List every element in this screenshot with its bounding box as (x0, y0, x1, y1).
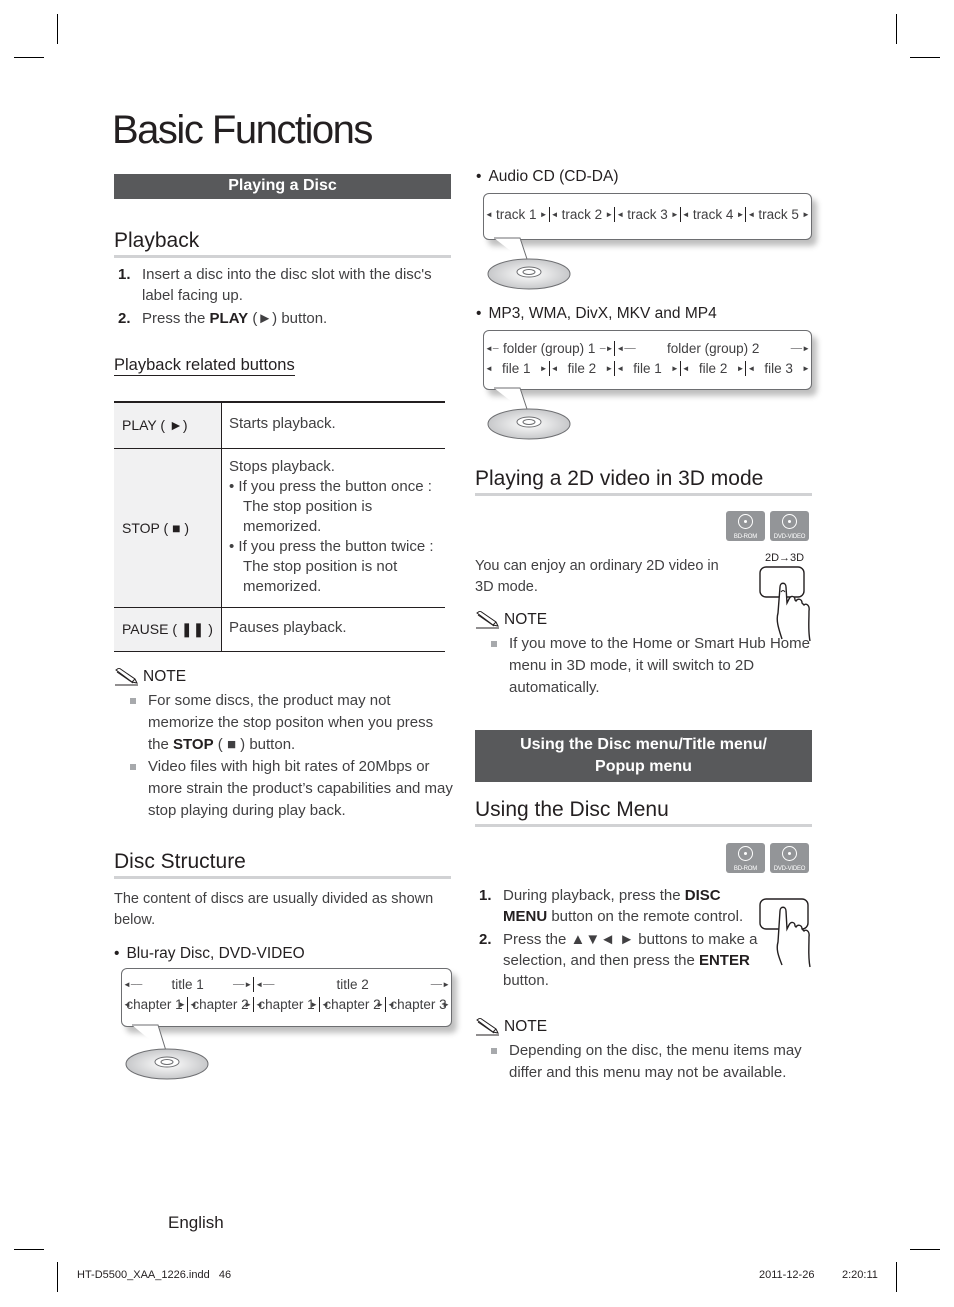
button-name-cell: PLAY ( ►) (114, 401, 222, 449)
button-desc-cell: Pauses playback. (221, 606, 445, 652)
heading-2d-to-3d: Playing a 2D video in 3D mode (475, 467, 812, 496)
table-row: PAUSE ( ❚❚ ) Pauses playback. (114, 606, 445, 652)
slug-time: 2:20:11 (842, 1269, 878, 1281)
playback-steps: 1. Insert a disc into the disc slot with… (114, 265, 454, 333)
track-segment: ◄ track 2 ► (548, 207, 614, 222)
heading-using-disc-menu: Using the Disc Menu (475, 798, 812, 827)
remote-button-press-icon (759, 898, 811, 968)
file-segment: ◄ file 1 ► (485, 361, 548, 376)
2d-3d-button-label: 2D→3D (765, 552, 805, 564)
group-title-2: ◄── title 2 ──► (253, 977, 450, 992)
bullet: • If you press the button twice : The st… (229, 537, 434, 595)
disc-type-badges: BD-ROM DVD-VIDEO (726, 843, 809, 873)
note-block: NOTE If you move to the Home or Smart Hu… (475, 611, 815, 699)
step-item: 1. During playback, press the DISC MENU … (479, 887, 744, 925)
button-name-cell: PAUSE ( ❚❚ ) (114, 606, 222, 652)
chapter-segment: ◄ chapter 3 ► (385, 997, 450, 1012)
file-segment: ◄ file 2 ► (679, 361, 745, 376)
related-buttons-table: PLAY ( ►) Starts playback. STOP ( ■ ) St… (114, 401, 445, 652)
pencil-note-icon (476, 1018, 499, 1036)
dvd-video-badge-icon: DVD-VIDEO (770, 511, 809, 541)
disc-icon (125, 1024, 209, 1080)
note-label: NOTE (143, 668, 187, 685)
audio-cd-label: Audio CD (CD-DA) (476, 168, 618, 186)
heading-disc-structure: Disc Structure (114, 850, 451, 879)
bluray-structure-diagram: ◄── title 1 ──► ◄── title 2 ──► ◄ chapter 1 ► … (121, 968, 452, 1027)
note-label: NOTE (504, 611, 548, 628)
group-folder-2: ◄── folder (group) 2 ──► (614, 341, 810, 356)
mp3-label: MP3, WMA, DivX, MKV and MP4 (476, 305, 716, 323)
bullet: • If you press the button once : The sto… (229, 477, 432, 535)
file-segment: ◄ file 3 ► (745, 361, 810, 376)
audio-cd-structure-diagram: ◄ track 1 ► ◄ track 2 ► ◄ track 3 ► ◄ track 4 ► … (483, 193, 812, 240)
note-block: NOTE Depending on the disc, the menu ite… (475, 1018, 815, 1084)
crop-mark (14, 57, 44, 58)
crop-mark (896, 14, 897, 44)
crop-mark (57, 14, 58, 44)
step-item: 2. Press the ▲▼◄ ► buttons to make a sel… (479, 931, 758, 989)
note-label: NOTE (504, 1018, 548, 1035)
track-segment: ◄ track 5 ► (745, 207, 810, 222)
dvd-video-badge-icon: DVD-VIDEO (770, 843, 809, 873)
track-segment: ◄ track 1 ► (485, 207, 548, 222)
step-item: 2. Press the PLAY (►) button. (118, 310, 328, 327)
chapter-segment: ◄ chapter 1 ► (253, 997, 318, 1012)
crop-mark (910, 57, 940, 58)
group-title-1: ◄── title 1 ──► (123, 977, 253, 992)
group-folder-1: ◄─ folder (group) 1 ─► (485, 341, 614, 356)
note-item: Depending on the disc, the menu items ma… (475, 1040, 815, 1084)
button-desc-cell: Starts playback. (221, 401, 445, 449)
disc-icon (487, 237, 571, 290)
button-desc-cell: Stops playback. • If you press the butto… (221, 447, 445, 608)
page-title: Basic Functions (112, 108, 373, 152)
slug-date: 2011-12-26 (759, 1269, 815, 1281)
mp3-structure-diagram: ◄─ folder (group) 1 ─► ◄── folder (group) 2… (483, 330, 812, 390)
chapter-segment: ◄ chapter 2 ► (187, 997, 252, 1012)
pencil-note-icon (115, 668, 138, 686)
button-name-cell: STOP ( ■ ) (114, 447, 222, 608)
footer-language: English (168, 1213, 224, 1232)
disc-structure-intro: The content of discs are usually divided… (114, 891, 434, 928)
crop-mark (910, 1249, 940, 1250)
disc-icon (487, 387, 571, 440)
file-segment: ◄ file 2 ► (548, 361, 614, 376)
table-row: PLAY ( ►) Starts playback. (114, 401, 445, 449)
note-item: If you move to the Home or Smart Hub Hom… (475, 633, 815, 699)
slug-filename: HT-D5500_XAA_1226.indd 46 (77, 1269, 232, 1281)
chapter-segment: ◄ chapter 1 ► (123, 997, 186, 1012)
step-item: 1. Insert a disc into the disc slot with… (118, 266, 432, 304)
bd-rom-badge-icon: BD-ROM (726, 511, 765, 541)
bd-rom-badge-icon: BD-ROM (726, 843, 765, 873)
track-segment: ◄ track 3 ► (614, 207, 679, 222)
disc-type-badges: BD-ROM DVD-VIDEO (726, 511, 809, 541)
heading-playback: Playback (114, 229, 451, 258)
section-bar-disc-menu: Using the Disc menu/Title menu/ Popup me… (475, 730, 812, 782)
chapter-segment: ◄ chapter 2 ► (319, 997, 384, 1012)
note-item: Video files with high bit rates of 20Mbp… (114, 756, 456, 822)
note-item: For some discs, the product may not memo… (114, 690, 456, 756)
disc-menu-steps: 1. During playback, press the DISC MENU … (475, 886, 760, 995)
table-row: STOP ( ■ ) Stops playback. • If you pres… (114, 447, 445, 608)
section-bar-playing-a-disc: Playing a Disc (114, 174, 451, 199)
file-segment: ◄ file 1 ► (614, 361, 679, 376)
crop-mark (896, 1262, 897, 1292)
pencil-note-icon (476, 611, 499, 629)
crop-mark (57, 1262, 58, 1292)
note-block: NOTE For some discs, the product may not… (114, 668, 456, 822)
bluray-label: Blu-ray Disc, DVD-VIDEO (114, 945, 304, 963)
mode-3d-text: You can enjoy an ordinary 2D video in 3D… (475, 558, 719, 595)
track-segment: ◄ track 4 ► (679, 207, 745, 222)
crop-mark (14, 1249, 44, 1250)
heading-playback-related-buttons: Playback related buttons (114, 356, 295, 376)
